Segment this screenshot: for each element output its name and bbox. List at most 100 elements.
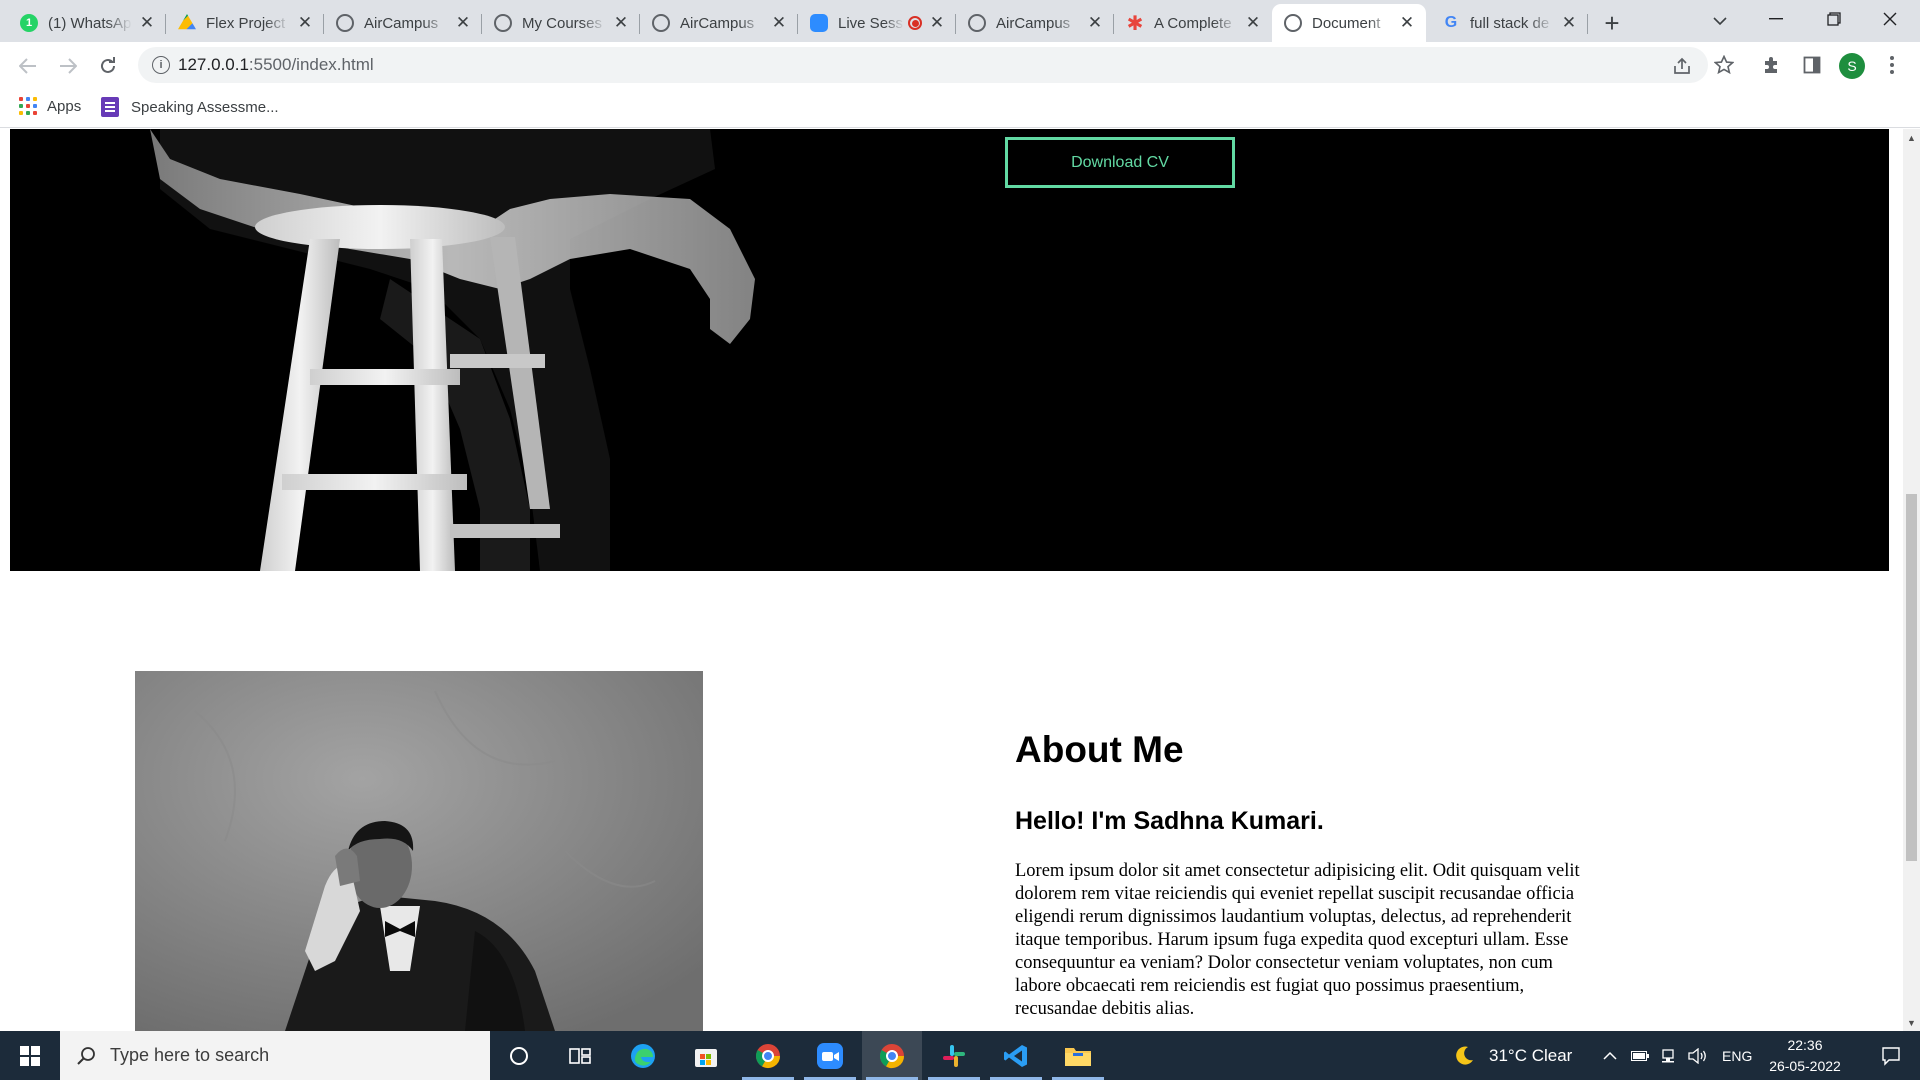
url-path: :5500/index.html (248, 55, 374, 74)
back-button[interactable] (12, 50, 44, 82)
close-tab-icon[interactable]: ✕ (770, 13, 788, 32)
taskbar-zoom[interactable] (800, 1031, 860, 1080)
tab-search-button[interactable] (1700, 6, 1740, 36)
notification-center-button[interactable] (1862, 1031, 1920, 1080)
profile-avatar[interactable]: S (1839, 53, 1865, 79)
close-tab-icon[interactable]: ✕ (1244, 13, 1262, 32)
url-text[interactable]: 127.0.0.1:5500/index.html (178, 55, 374, 75)
close-tab-icon[interactable]: ✕ (296, 13, 314, 32)
bookmark-apps[interactable]: Apps (19, 97, 81, 115)
tab-title: Document (1312, 14, 1381, 32)
cortana-button[interactable] (489, 1031, 549, 1080)
forward-button[interactable] (52, 50, 84, 82)
close-tab-icon[interactable]: ✕ (612, 13, 630, 32)
aircampus-icon (336, 14, 354, 32)
browser-tab-3[interactable]: AirCampus ✕ (324, 4, 482, 42)
share-icon[interactable] (1670, 54, 1694, 78)
browser-tab-8[interactable]: ✱ A Complete ✕ (1114, 4, 1272, 42)
browser-tab-6[interactable]: Live Session ✕ (798, 4, 956, 42)
edge-icon (631, 1043, 655, 1068)
cortana-circle-icon (510, 1046, 528, 1065)
side-panel-icon[interactable] (1797, 50, 1827, 80)
browser-toolbar: i 127.0.0.1:5500/index.html (0, 42, 1920, 88)
volume-control[interactable] (1688, 1031, 1708, 1080)
taskbar-file-explorer[interactable] (1048, 1031, 1108, 1080)
taskbar-edge[interactable] (613, 1031, 673, 1080)
about-photo-man-in-tuxedo (135, 671, 703, 1031)
scroll-up-arrow-icon[interactable]: ▲ (1903, 129, 1920, 146)
arrow-right-icon (60, 58, 77, 74)
download-cv-button[interactable]: Download CV (1005, 137, 1235, 188)
close-tab-icon[interactable]: ✕ (928, 13, 946, 32)
show-hidden-icons-button[interactable] (1603, 1031, 1617, 1080)
whatsapp-icon: 1 (20, 14, 38, 32)
minimize-button[interactable] (1748, 0, 1804, 38)
network-status[interactable] (1660, 1031, 1676, 1080)
clock-time: 22:36 (1787, 1037, 1823, 1053)
bookmark-star-icon[interactable] (1709, 50, 1739, 80)
taskbar-slack[interactable] (924, 1031, 984, 1080)
new-tab-button[interactable]: + (1597, 8, 1627, 38)
address-bar[interactable]: i 127.0.0.1:5500/index.html (138, 47, 1708, 83)
taskbar-search-box[interactable]: Type here to search (60, 1031, 490, 1080)
browser-tab-4[interactable]: My Courses ✕ (482, 4, 640, 42)
chrome-icon (879, 1043, 904, 1068)
weather-widget[interactable]: 31°C Clear (1453, 1031, 1572, 1080)
browser-tab-2[interactable]: Flex Project ✕ (166, 4, 324, 42)
tab-separator (1587, 14, 1588, 34)
url-host: 127.0.0.1 (178, 55, 249, 74)
close-window-button[interactable] (1862, 0, 1918, 38)
tab-title: My Courses (522, 14, 603, 32)
browser-tab-9[interactable]: Document ✕ (1272, 4, 1426, 42)
language-indicator[interactable]: ENG (1722, 1031, 1752, 1080)
taskbar-search-placeholder: Type here to search (110, 1045, 270, 1065)
bookmark-speaking-assessment-label: Speaking Assessme... (131, 98, 279, 116)
reload-button[interactable] (92, 50, 124, 82)
about-heading: About Me (1015, 729, 1184, 770)
close-tab-icon[interactable]: ✕ (1560, 13, 1578, 32)
chevron-down-icon (1713, 16, 1727, 25)
google-forms-icon (101, 97, 119, 117)
tab-title: Flex Project (206, 14, 286, 32)
restore-button[interactable] (1806, 0, 1862, 38)
taskbar-chrome-profile[interactable] (738, 1031, 798, 1080)
task-view-button[interactable] (550, 1031, 610, 1080)
google-icon: G (1444, 14, 1458, 31)
about-subheading: Hello! I'm Sadhna Kumari. (1015, 807, 1324, 835)
taskbar-chrome[interactable] (862, 1031, 922, 1080)
extensions-puzzle-icon[interactable] (1757, 50, 1787, 80)
tab-title: full stack de (1470, 14, 1550, 32)
browser-tab-1[interactable]: 1 (1) WhatsApp ✕ (8, 4, 166, 42)
taskbar-clock[interactable]: 22:36 26-05-2022 (1760, 1035, 1850, 1077)
close-tab-icon[interactable]: ✕ (454, 13, 472, 32)
site-info-icon[interactable]: i (152, 56, 170, 74)
hero-photo-man-on-stool (150, 129, 755, 571)
page-viewport: Download CV About Me Hello! I'm Sadhna K… (0, 129, 1903, 1031)
page-scrollbar[interactable]: ▲ ▼ (1903, 129, 1920, 1031)
taskbar-store[interactable] (676, 1031, 736, 1080)
minimize-icon (1769, 18, 1783, 20)
browser-tab-10[interactable]: Gfull stack de ✕ (1430, 4, 1588, 42)
weather-text: 31°C Clear (1489, 1045, 1573, 1065)
close-tab-icon[interactable]: ✕ (138, 13, 156, 32)
close-tab-icon[interactable]: ✕ (1086, 13, 1104, 32)
vscode-icon (1004, 1044, 1027, 1067)
apps-grid-icon (19, 97, 37, 115)
recording-icon (908, 16, 922, 30)
browser-menu-button[interactable] (1877, 50, 1907, 80)
about-paragraph: Lorem ipsum dolor sit amet consectetur a… (1015, 861, 1580, 1019)
taskbar-vscode[interactable] (986, 1031, 1046, 1080)
scroll-down-arrow-icon[interactable]: ▼ (1903, 1014, 1920, 1031)
bookmark-speaking-assessment[interactable]: Speaking Assessme... (101, 97, 279, 117)
start-button[interactable] (0, 1031, 60, 1080)
close-tab-icon[interactable]: ✕ (1398, 13, 1416, 32)
notification-icon (1882, 1046, 1900, 1066)
task-view-icon (569, 1047, 591, 1064)
battery-status[interactable] (1631, 1031, 1649, 1080)
browser-tab-5[interactable]: AirCampus ✕ (640, 4, 798, 42)
restore-icon (1827, 12, 1841, 26)
tab-title: AirCampus (364, 14, 439, 32)
browser-tab-7[interactable]: AirCampus ✕ (956, 4, 1114, 42)
battery-icon (1631, 1050, 1649, 1061)
scrollbar-thumb[interactable] (1906, 494, 1917, 861)
